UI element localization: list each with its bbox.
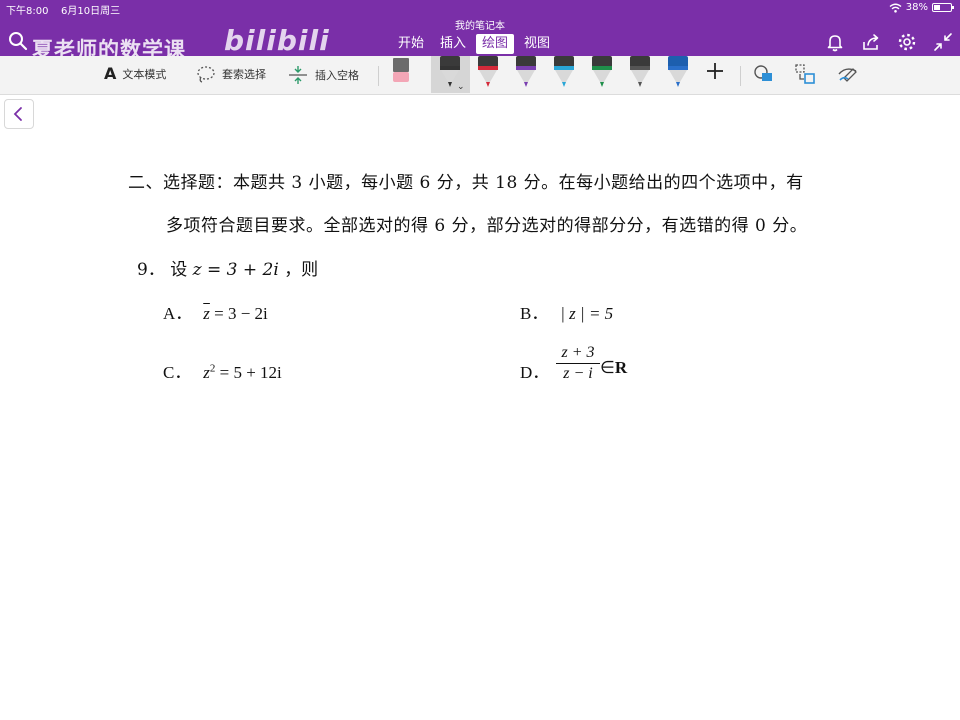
tab-insert[interactable]: 插入 xyxy=(434,34,472,54)
gear-icon[interactable] xyxy=(896,31,918,53)
search-icon[interactable] xyxy=(8,31,28,51)
option-b-expr: | z | = 5 xyxy=(560,304,614,323)
tab-draw[interactable]: 绘图 xyxy=(476,34,515,54)
text-mode-icon: A xyxy=(104,64,117,83)
eraser-icon[interactable] xyxy=(391,58,411,84)
ink-to-shape-icon[interactable] xyxy=(752,62,776,86)
pen-7-icon[interactable] xyxy=(666,56,690,88)
option-c: C． z2 = 5 + 12i xyxy=(163,358,282,383)
status-time: 下午8:00 xyxy=(6,6,49,17)
insert-space-icon xyxy=(289,66,307,84)
option-d-real-set: R xyxy=(614,358,628,377)
watermark-logo: bilibili xyxy=(224,24,330,57)
wifi-icon xyxy=(889,3,902,13)
pen-6-icon[interactable] xyxy=(628,56,652,88)
option-d-membership: ∈R xyxy=(600,358,627,378)
pen-2-icon[interactable] xyxy=(476,56,500,88)
option-d-label: D． xyxy=(520,363,550,382)
section-heading-line2: 多项符合题目要求。全部选对的得 6 分，部分选对的得部分分，有选错的得 0 分。 xyxy=(166,216,808,236)
question-9: 9． 设 z = 3 + 2i ，则 xyxy=(137,255,318,280)
option-a-label: A． xyxy=(163,304,193,323)
back-button[interactable] xyxy=(4,99,34,129)
ribbon-divider xyxy=(378,66,379,86)
status-right: 38% xyxy=(889,2,954,13)
share-icon[interactable] xyxy=(860,31,882,53)
ink-replay-icon[interactable] xyxy=(836,62,860,86)
lasso-label: 套索选择 xyxy=(222,68,266,81)
battery-percent: 38% xyxy=(905,2,928,13)
option-c-expr: = 5 + 12i xyxy=(215,363,282,382)
option-d-fraction: z + 3 z − i xyxy=(556,344,600,383)
add-pen-icon[interactable] xyxy=(704,60,726,82)
draw-ribbon: A 文本模式 套索选择 插入空格 ⌄ xyxy=(0,56,960,95)
chevron-left-icon xyxy=(13,107,22,121)
ribbon-divider xyxy=(740,66,741,86)
chevron-down-icon[interactable]: ⌄ xyxy=(457,82,465,92)
option-c-z: z xyxy=(203,363,210,382)
pen-5-icon[interactable] xyxy=(590,56,614,88)
question-stem-prefix: 设 xyxy=(170,260,188,280)
option-b-label: B． xyxy=(520,304,549,323)
collapse-icon[interactable] xyxy=(932,31,954,53)
option-d-denominator: z − i xyxy=(563,365,593,382)
option-d-numerator: z + 3 xyxy=(556,344,600,364)
option-a-zbar: z xyxy=(203,304,210,323)
title-actions xyxy=(824,31,954,53)
option-d-element-of: ∈ xyxy=(600,358,615,377)
ink-to-text-icon[interactable] xyxy=(793,62,817,86)
pen-3-icon[interactable] xyxy=(514,56,538,88)
title-bar: 下午8:00 6月10日周三 38% 我的笔记本 夏老师的数学课 bilibil… xyxy=(0,0,960,62)
option-d: D． xyxy=(520,358,556,383)
option-a-expr: = 3 − 2i xyxy=(209,304,268,323)
option-c-label: C． xyxy=(163,363,192,382)
lasso-select-button[interactable]: 套索选择 xyxy=(196,64,266,84)
section-heading-line1: 二、选择题：本题共 3 小题，每小题 6 分，共 18 分。在每小题给出的四个选… xyxy=(128,173,804,193)
battery-icon xyxy=(932,3,954,12)
pen-4-icon[interactable] xyxy=(552,56,576,88)
insert-space-label: 插入空格 xyxy=(315,69,359,82)
status-date: 6月10日周三 xyxy=(61,6,121,17)
question-stem-math: z = 3 + 2i xyxy=(192,260,279,280)
text-mode-button[interactable]: A 文本模式 xyxy=(104,64,166,83)
option-a: A． z = 3 − 2i xyxy=(163,299,268,324)
lasso-icon xyxy=(197,66,215,83)
tab-view[interactable]: 视图 xyxy=(518,34,556,54)
text-mode-label: 文本模式 xyxy=(122,67,167,81)
bell-icon[interactable] xyxy=(824,31,846,53)
notebook-title: 我的笔记本 xyxy=(455,21,505,32)
tab-home[interactable]: 开始 xyxy=(392,34,430,54)
option-b: B． | z | = 5 xyxy=(520,299,613,324)
ribbon-tabs: 开始 插入 绘图 视图 xyxy=(392,34,556,54)
question-number: 9． xyxy=(137,260,165,280)
question-stem-suffix: ，则 xyxy=(284,260,319,280)
insert-space-button[interactable]: 插入空格 xyxy=(287,64,359,86)
